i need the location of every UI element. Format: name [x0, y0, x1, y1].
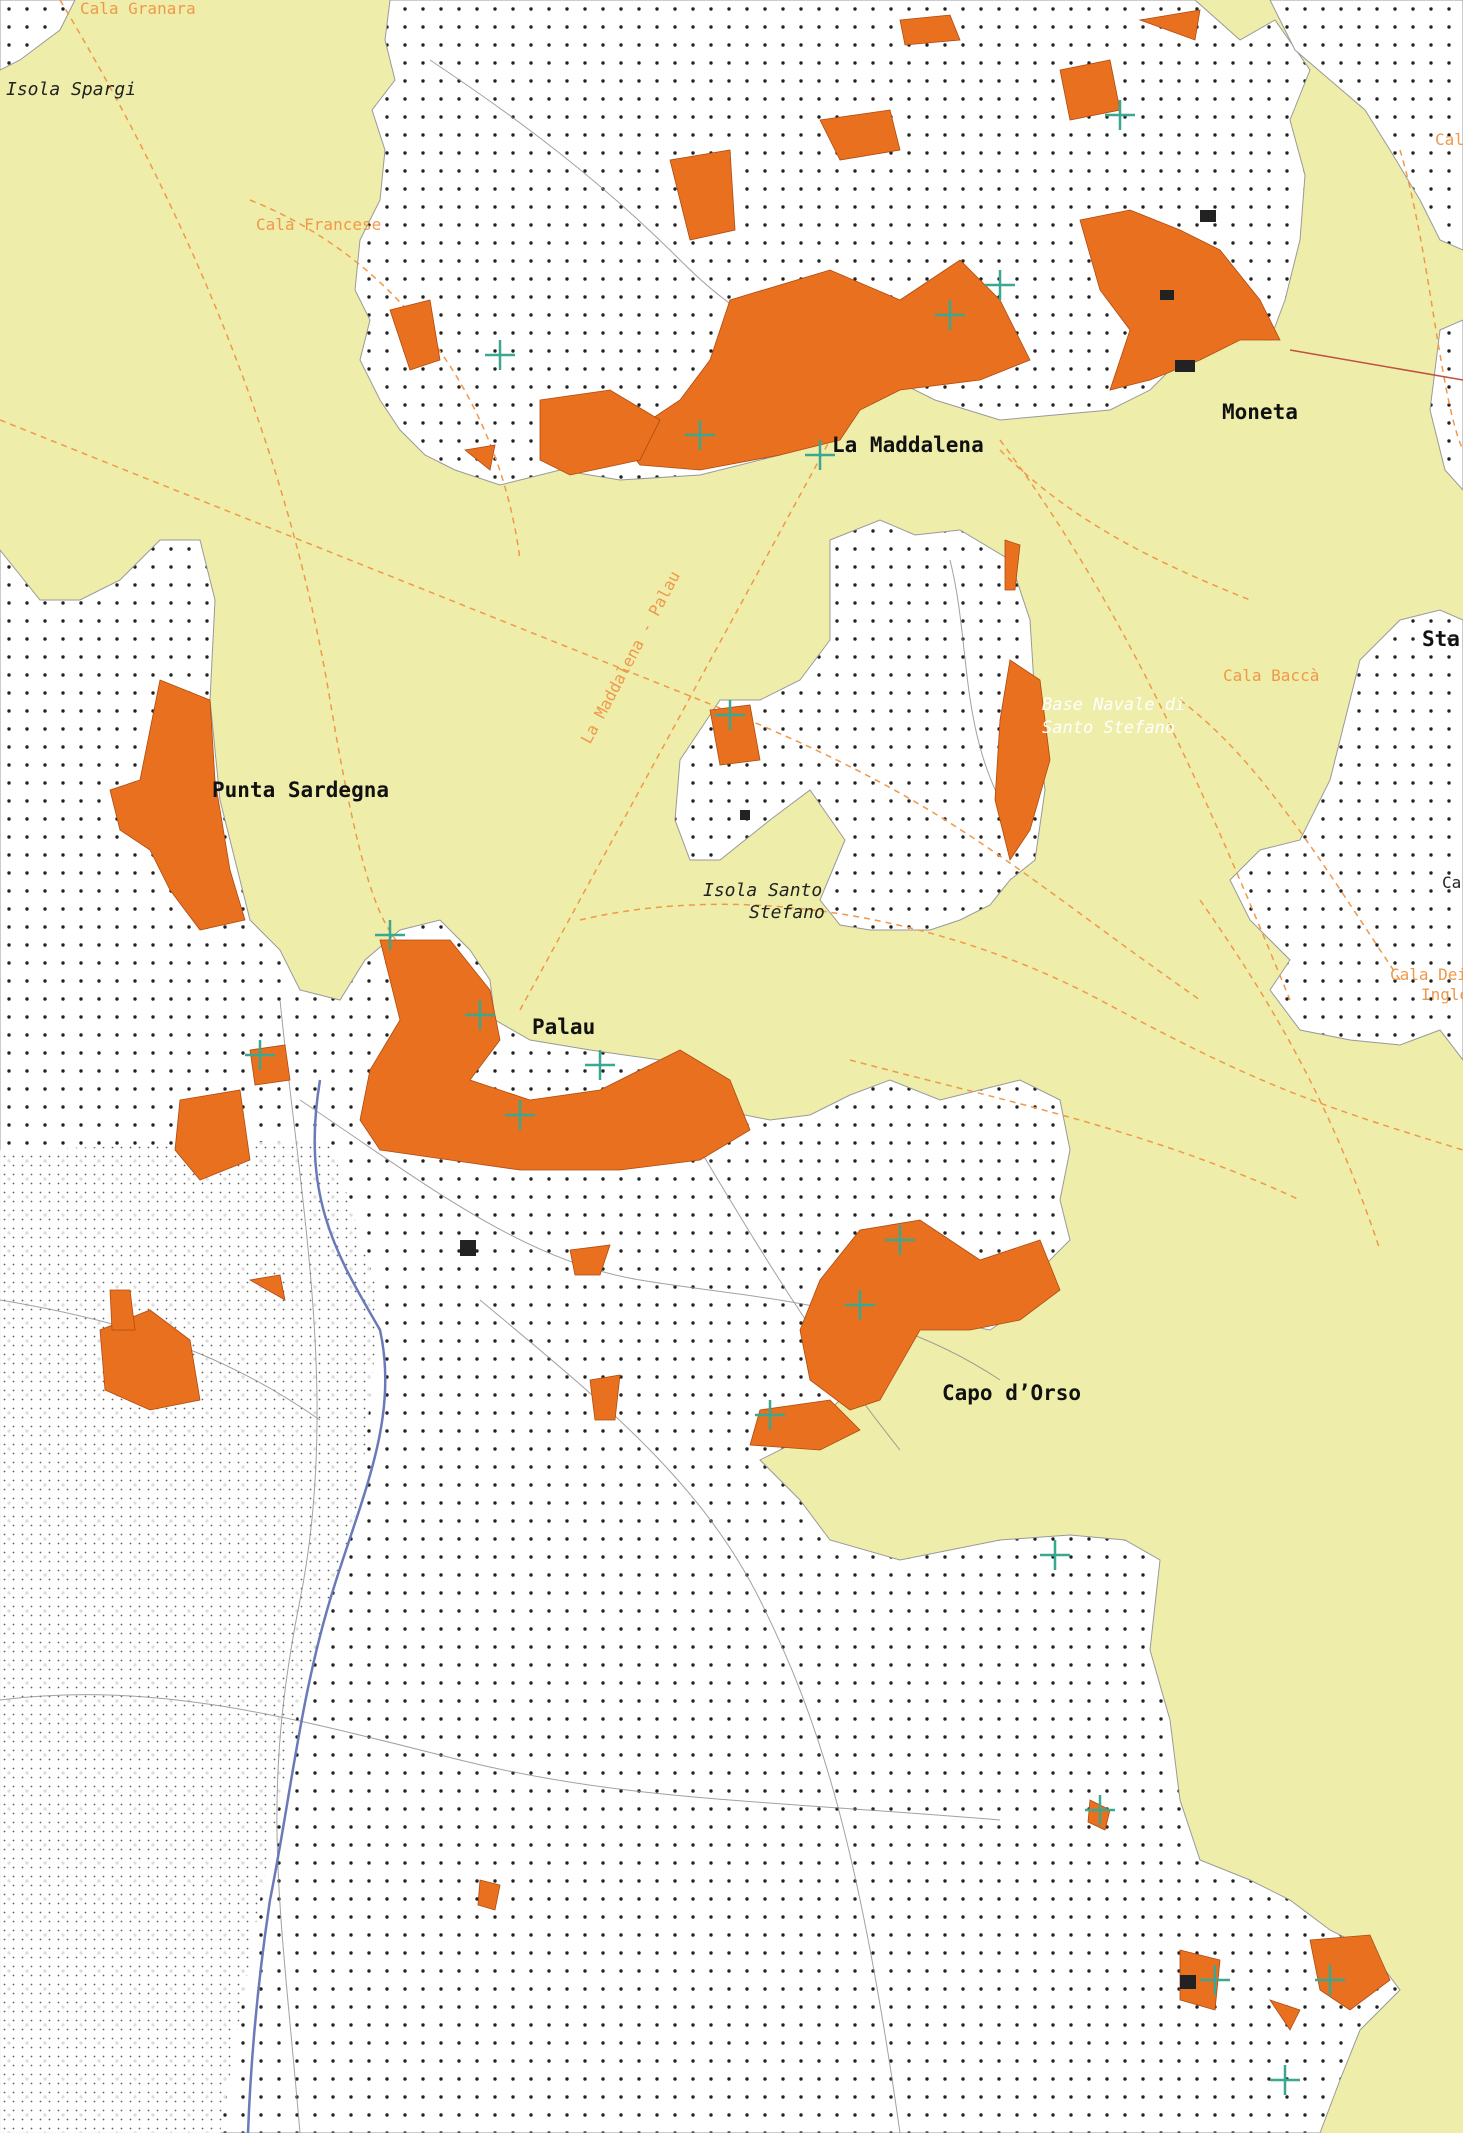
label-base-navale-2: Santo Stefano	[1042, 718, 1175, 738]
label-sta: Sta	[1422, 627, 1460, 651]
label-base-navale-1: Base Navale di	[1042, 695, 1185, 715]
label-cala-right-mid: Ca	[1442, 873, 1461, 892]
map-canvas[interactable]: La Maddalena Moneta Punta Sardegna Palau…	[0, 0, 1463, 2133]
label-palau: Palau	[532, 1015, 595, 1039]
label-cala-francese: Cala Francese	[256, 215, 381, 234]
label-cala-right-top: Cal	[1435, 130, 1463, 149]
label-isola-santo-stefano-1: Isola Santo	[703, 880, 822, 901]
label-punta-sardegna: Punta Sardegna	[212, 778, 389, 802]
label-isola-santo-stefano-2: Stefano	[749, 902, 825, 923]
label-cala-dei-inglesi-1: Cala Dei	[1390, 965, 1463, 984]
label-moneta: Moneta	[1222, 400, 1298, 424]
label-isola-spargi: Isola Spargi	[6, 79, 136, 100]
label-cala-granara: Cala Granara	[80, 0, 196, 18]
label-cala-bacca: Cala Baccà	[1223, 666, 1319, 685]
label-la-maddalena: La Maddalena	[832, 433, 984, 457]
label-cala-dei-inglesi-2: Ingle	[1421, 985, 1463, 1004]
label-capo-dorso: Capo d’Orso	[942, 1381, 1081, 1405]
